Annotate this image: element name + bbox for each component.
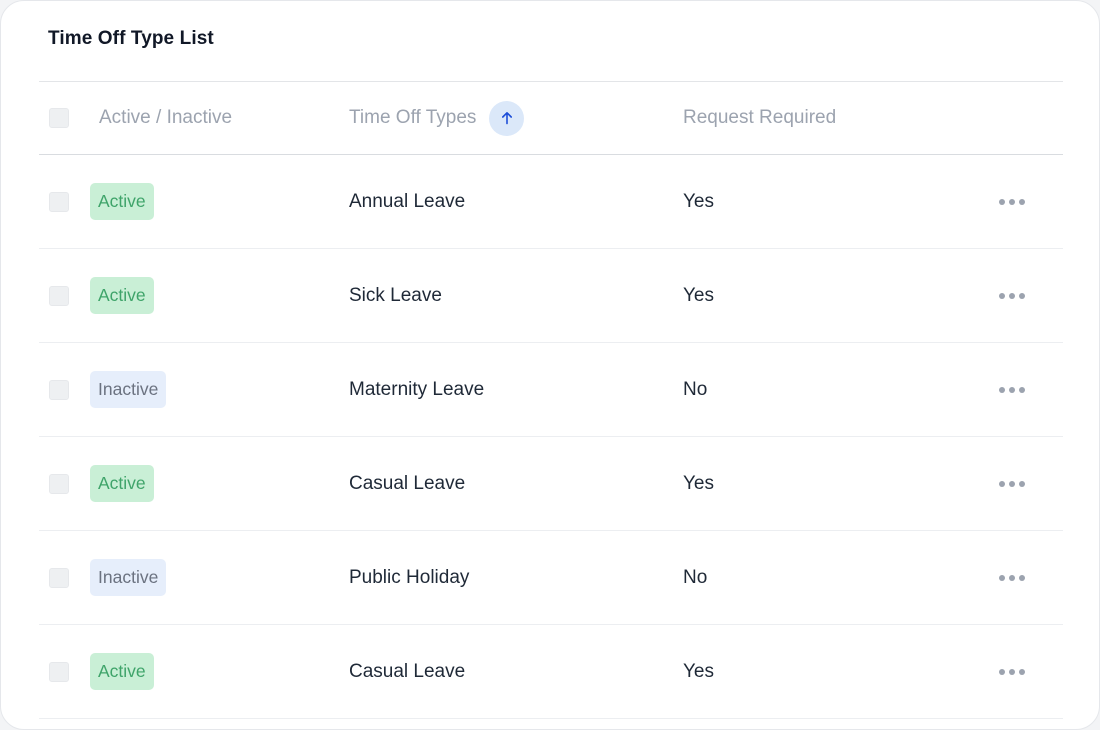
row-checkbox[interactable] [49,191,69,212]
header-request-required[interactable]: Request Required [683,107,836,129]
row-checkbox[interactable] [49,285,69,306]
more-horizontal-icon [1009,574,1015,581]
row-checkbox[interactable] [49,473,69,494]
arrow-up-icon [501,112,512,125]
more-horizontal-icon [1019,292,1025,299]
more-options-button[interactable] [999,386,1025,394]
time-off-type-card: Time Off Type List Active / Inactive Tim… [0,0,1100,730]
more-horizontal-icon [1019,198,1025,205]
status-badge: Active [90,653,154,690]
more-horizontal-icon [1019,386,1025,393]
more-horizontal-icon [999,292,1005,299]
more-horizontal-icon [999,574,1005,581]
status-badge: Active [90,183,154,220]
table-row: Inactive Maternity Leave No [39,343,1063,437]
more-horizontal-icon [1019,480,1025,487]
more-horizontal-icon [1009,386,1015,393]
more-options-button[interactable] [999,574,1025,582]
time-off-type-cell: Casual Leave [349,472,466,494]
request-required-cell: Yes [683,660,714,682]
row-checkbox[interactable] [49,379,69,400]
table-row: Active Sick Leave Yes [39,249,1063,343]
time-off-type-cell: Public Holiday [349,566,470,588]
status-badge: Active [90,277,154,314]
more-horizontal-icon [999,386,1005,393]
row-checkbox[interactable] [49,567,69,588]
time-off-type-cell: Casual Leave [349,660,466,682]
more-horizontal-icon [1019,574,1025,581]
more-horizontal-icon [1009,198,1015,205]
more-horizontal-icon [1009,480,1015,487]
time-off-type-table: Active / Inactive Time Off Types Request… [39,81,1063,719]
more-horizontal-icon [1009,668,1015,675]
time-off-type-cell: Sick Leave [349,284,442,306]
table-header: Active / Inactive Time Off Types Request… [39,81,1063,155]
request-required-cell: No [683,378,708,400]
sort-ascending-button[interactable] [489,100,524,136]
time-off-type-cell: Maternity Leave [349,378,485,400]
table-row: Active Annual Leave Yes [39,155,1063,249]
header-time-off-types[interactable]: Time Off Types [349,107,476,129]
table-body: Active Annual Leave Yes Active Sick Leav… [39,155,1063,719]
request-required-cell: Yes [683,472,714,494]
time-off-type-cell: Annual Leave [349,190,466,212]
more-horizontal-icon [999,480,1005,487]
table-row: Inactive Public Holiday No [39,531,1063,625]
card-title: Time Off Type List [48,28,214,49]
more-horizontal-icon [1019,668,1025,675]
more-options-button[interactable] [999,292,1025,300]
request-required-cell: Yes [683,284,714,306]
row-checkbox[interactable] [49,661,69,682]
more-horizontal-icon [1009,292,1015,299]
more-options-button[interactable] [999,198,1025,206]
request-required-cell: No [683,566,708,588]
more-options-button[interactable] [999,668,1025,676]
more-options-button[interactable] [999,480,1025,488]
status-badge: Inactive [90,559,167,596]
more-horizontal-icon [999,668,1005,675]
select-all-checkbox[interactable] [49,108,69,128]
request-required-cell: Yes [683,190,714,212]
more-horizontal-icon [999,198,1005,205]
header-active-inactive[interactable]: Active / Inactive [99,107,232,129]
table-row: Active Casual Leave Yes [39,437,1063,531]
table-row: Active Casual Leave Yes [39,625,1063,719]
status-badge: Inactive [90,371,167,408]
status-badge: Active [90,465,154,502]
